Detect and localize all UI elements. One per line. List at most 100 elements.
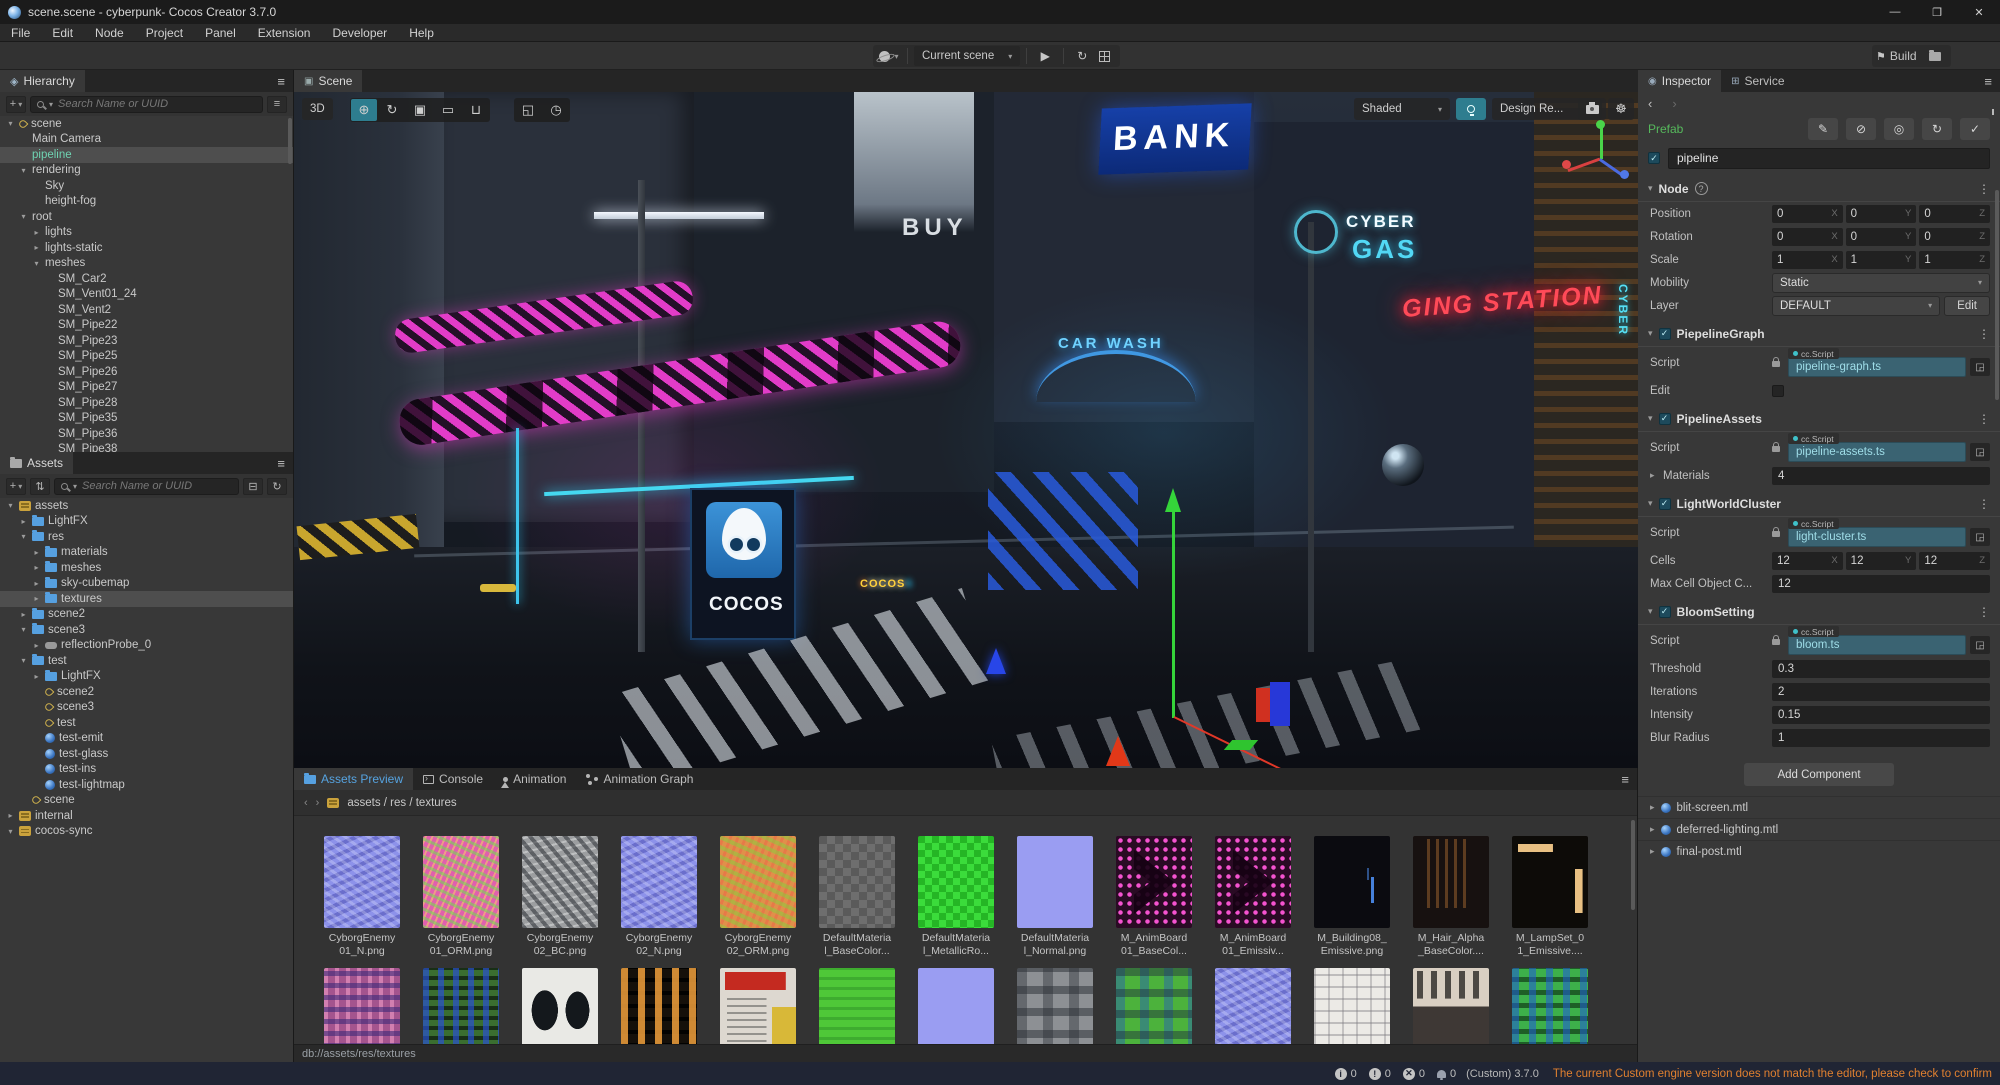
tree-expand-icon[interactable]: ▸: [32, 594, 41, 603]
hierarchy-item-sm-pipe35[interactable]: SM_Pipe35: [0, 411, 293, 427]
asset-thumb-cyborgenemy01-n-png[interactable]: CyborgEnemy 01_N.png: [324, 836, 400, 958]
forward-icon[interactable]: ›: [316, 797, 320, 809]
build-button[interactable]: ⚑ Build: [1876, 46, 1917, 66]
help-icon[interactable]: ?: [1694, 182, 1708, 195]
status-info[interactable]: i0: [1334, 1067, 1357, 1080]
grid-snap-icon[interactable]: ◷: [543, 99, 569, 121]
asset-thumb-defaultmaterial-basecolor[interactable]: DefaultMateria l_BaseColor...: [819, 836, 895, 958]
hierarchy-item-pipeline[interactable]: pipeline: [0, 147, 293, 163]
status-warning[interactable]: ! 0: [1368, 1067, 1391, 1080]
kebab-menu-icon[interactable]: ⋮: [1978, 182, 1990, 196]
tree-expand-icon[interactable]: ▸: [32, 672, 41, 681]
chevron-down-icon[interactable]: ▾: [1648, 328, 1653, 339]
menu-edit[interactable]: Edit: [41, 24, 84, 42]
gizmo-y-arrow[interactable]: [1165, 488, 1181, 512]
asset-thumb-cyborgenemy02-orm-png[interactable]: CyborgEnemy 02_ORM.png: [720, 836, 796, 958]
assets-item-internal[interactable]: ▸ internal: [0, 808, 293, 824]
asset-thumb-cyborgenemy01-orm-png[interactable]: CyborgEnemy 01_ORM.png: [423, 836, 499, 958]
tree-collapse-icon[interactable]: ▾: [19, 625, 28, 634]
asset-thumb-row2-12[interactable]: [1413, 968, 1489, 1044]
menu-extension[interactable]: Extension: [247, 24, 322, 42]
assets-add-button[interactable]: + ▾: [6, 477, 26, 495]
status-bell[interactable]: 0: [1436, 1068, 1456, 1080]
assets-item-reflectionprobe-0[interactable]: ▸ reflectionProbe_0: [0, 638, 293, 654]
axis-x-handle[interactable]: [1562, 160, 1571, 169]
prefab-locate-button[interactable]: ◎: [1884, 118, 1914, 140]
back-icon[interactable]: ‹: [304, 797, 308, 809]
asset-thumb-m-animboard01-emissiv[interactable]: M_AnimBoard 01_Emissiv...: [1215, 836, 1291, 958]
property-value-field[interactable]: 4: [1772, 466, 1990, 485]
tree-expand-icon[interactable]: ▸: [19, 517, 28, 526]
hierarchy-item-sm-vent2[interactable]: SM_Vent2: [0, 302, 293, 318]
prefab-unlink-button[interactable]: ⊘: [1846, 118, 1876, 140]
asset-thumb-row2-10[interactable]: [1215, 968, 1291, 1044]
property-value-field[interactable]: 0.15: [1772, 705, 1990, 724]
vec3-input-x[interactable]: 12 X: [1772, 551, 1843, 570]
menu-developer[interactable]: Developer: [321, 24, 398, 42]
assets-item-test[interactable]: test: [0, 715, 293, 731]
hierarchy-item-sm-pipe25[interactable]: SM_Pipe25: [0, 349, 293, 365]
chevron-down-icon[interactable]: ▾: [1648, 498, 1653, 509]
3d-toggle-button[interactable]: 3D: [302, 98, 333, 120]
asset-thumb-row2-2[interactable]: [423, 968, 499, 1044]
hierarchy-tab[interactable]: ◈ Hierarchy: [0, 70, 85, 92]
node-name-field[interactable]: pipeline: [1668, 147, 1990, 169]
chevron-right-icon[interactable]: ▸: [1650, 802, 1655, 813]
tree-collapse-icon[interactable]: ▾: [19, 212, 28, 221]
vec3-input-z[interactable]: 0Z: [1919, 204, 1991, 223]
assets-sort-button[interactable]: ⇅: [30, 477, 50, 495]
vec3-input-x[interactable]: 0X: [1772, 204, 1843, 223]
hierarchy-item-sky[interactable]: Sky: [0, 178, 293, 194]
vec3-input-y[interactable]: 1Y: [1845, 250, 1917, 269]
section-header-bloomsetting[interactable]: ▾ ✓ BloomSetting ⋮: [1638, 599, 2000, 625]
assets-search-input[interactable]: ▾: [54, 477, 239, 495]
assets-item-res[interactable]: ▾ res: [0, 529, 293, 545]
vec3-input-x[interactable]: 0X: [1772, 227, 1843, 246]
section-header-pipelineassets[interactable]: ▾ ✓ PipelineAssets ⋮: [1638, 406, 2000, 432]
chevron-down-icon[interactable]: ▾: [1648, 413, 1653, 424]
tab-service[interactable]: ⊞ Service: [1721, 70, 1795, 92]
hierarchy-list-view-button[interactable]: ≡: [267, 95, 287, 113]
hierarchy-item-sm-pipe27[interactable]: SM_Pipe27: [0, 380, 293, 396]
assets-item-scene2[interactable]: scene2: [0, 684, 293, 700]
component-enabled-checkbox[interactable]: ✓: [1658, 605, 1671, 618]
play-button[interactable]: ▶: [1033, 46, 1057, 66]
preview-menu-icon[interactable]: ≡: [1621, 772, 1629, 787]
prefab-apply-button[interactable]: ✓: [1960, 118, 1990, 140]
tree-expand-icon[interactable]: ▸: [19, 610, 28, 619]
rotate-tool-icon[interactable]: ↻: [379, 99, 405, 121]
scene-viewport[interactable]: BANK BUY CYBER GAS GING STATION CAR WASH…: [294, 92, 1638, 768]
preview-target-button[interactable]: ▾: [877, 46, 901, 66]
thumbnails-scrollbar[interactable]: [1631, 820, 1635, 910]
asset-thumb-row2-11[interactable]: [1314, 968, 1390, 1044]
component-enabled-checkbox[interactable]: ✓: [1658, 497, 1671, 510]
kebab-menu-icon[interactable]: ⋮: [1978, 497, 1990, 511]
assets-item-test-ins[interactable]: test-ins: [0, 762, 293, 778]
asset-thumb-row2-13[interactable]: [1512, 968, 1588, 1044]
assets-item-scene3[interactable]: scene3: [0, 700, 293, 716]
tab-animation[interactable]: Animation: [493, 768, 577, 790]
node-active-checkbox[interactable]: ✓: [1648, 152, 1660, 164]
asset-thumb-row2-4[interactable]: [621, 968, 697, 1044]
asset-thumb-defaultmaterial-metallicro[interactable]: DefaultMateria l_MetallicRo...: [918, 836, 994, 958]
asset-thumb-row2-8[interactable]: [1017, 968, 1093, 1044]
asset-picker-icon[interactable]: ◲: [1970, 443, 1990, 461]
asset-thumb-cyborgenemy02-n-png[interactable]: CyborgEnemy 02_N.png: [621, 836, 697, 958]
tree-expand-icon[interactable]: ▸: [32, 228, 41, 237]
tree-expand-icon[interactable]: ▸: [32, 243, 41, 252]
assets-item-lightfx[interactable]: ▸ LightFX: [0, 514, 293, 530]
hierarchy-item-sm-pipe36[interactable]: SM_Pipe36: [0, 426, 293, 442]
property-value-field[interactable]: 2: [1772, 682, 1990, 701]
hierarchy-item-rendering[interactable]: ▾ rendering: [0, 163, 293, 179]
tree-collapse-icon[interactable]: ▾: [19, 166, 28, 175]
asset-thumb-m-animboard01-basecol[interactable]: M_AnimBoard 01_BaseCol...: [1116, 836, 1192, 958]
minimize-button[interactable]: —: [1874, 0, 1916, 24]
kebab-menu-icon[interactable]: ⋮: [1978, 327, 1990, 341]
component-enabled-checkbox[interactable]: ✓: [1658, 327, 1671, 340]
assets-item-test-emit[interactable]: test-emit: [0, 731, 293, 747]
axis-y-handle[interactable]: [1596, 120, 1605, 129]
vec3-input-y[interactable]: 0Y: [1845, 204, 1917, 223]
hierarchy-item-height-fog[interactable]: height-fog: [0, 194, 293, 210]
vec3-input-y[interactable]: 0Y: [1845, 227, 1917, 246]
assets-item-assets[interactable]: ▾ assets: [0, 498, 293, 514]
